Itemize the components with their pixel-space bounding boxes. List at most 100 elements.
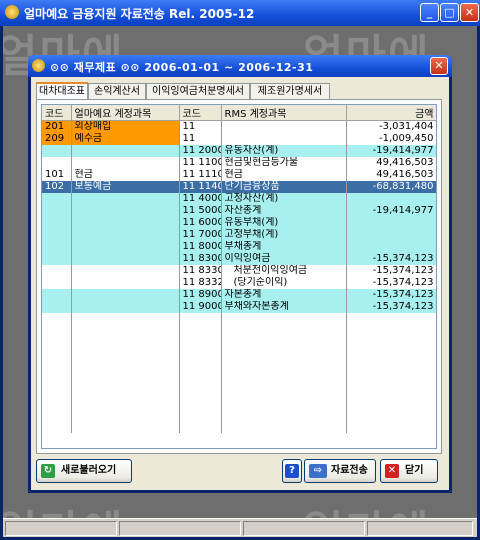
cell-rms-account[interactable]: 고정부채(계) bbox=[221, 229, 347, 241]
cell-rms-account[interactable]: 유동부채(계) bbox=[221, 217, 347, 229]
cell-rms-account[interactable]: 고정자산(계) bbox=[221, 193, 347, 205]
close-button[interactable]: ✕ 닫기 bbox=[380, 459, 438, 483]
cell-amount[interactable]: -3,031,404 bbox=[346, 120, 436, 133]
table-row[interactable]: 11 9000 부채와자본총계 -15,374,123 bbox=[42, 301, 436, 313]
cell-code[interactable]: 201 bbox=[42, 120, 72, 133]
cell-code[interactable] bbox=[42, 145, 72, 157]
cell-rms-code[interactable]: 11 8900 bbox=[179, 289, 222, 301]
cell-rms-code[interactable]: 11 8300 bbox=[179, 253, 222, 265]
tab-income-statement[interactable]: 손익계산서 bbox=[88, 83, 146, 99]
table-row[interactable]: 11 4000 고정자산(계) bbox=[42, 193, 436, 205]
col-header-account[interactable]: 얼마예요 계정과목 bbox=[71, 105, 180, 121]
cell-account[interactable] bbox=[71, 289, 180, 301]
table-row[interactable]: 201 외상매입 11 -3,031,404 bbox=[42, 120, 436, 133]
cell-account[interactable]: 예수금 bbox=[71, 133, 180, 145]
help-button[interactable]: ? bbox=[282, 459, 302, 483]
cell-amount[interactable]: -19,414,977 bbox=[346, 145, 436, 157]
cell-amount[interactable]: -19,414,977 bbox=[346, 205, 436, 217]
table-row[interactable]: 11 8330 처분전이익잉여금 -15,374,123 bbox=[42, 265, 436, 277]
cell-amount[interactable]: -15,374,123 bbox=[346, 289, 436, 301]
cell-code[interactable] bbox=[42, 253, 72, 265]
table-row[interactable]: 102 보통예금 11 1140 단기금융상품 -68,831,480 bbox=[42, 181, 436, 193]
minimize-button[interactable]: _ bbox=[420, 3, 439, 22]
table-row[interactable]: 209 예수금 11 -1,009,450 bbox=[42, 133, 436, 145]
cell-rms-account[interactable]: 유동자산(계) bbox=[221, 145, 347, 157]
cell-rms-code[interactable]: 11 8332 bbox=[179, 277, 222, 289]
cell-rms-code[interactable]: 11 2000 bbox=[179, 145, 222, 157]
cell-amount[interactable]: 49,416,503 bbox=[346, 157, 436, 169]
maximize-button[interactable]: □ bbox=[440, 3, 459, 22]
cell-account[interactable] bbox=[71, 217, 180, 229]
cell-account[interactable] bbox=[71, 241, 180, 253]
cell-rms-code[interactable]: 11 1110 bbox=[179, 169, 222, 181]
cell-code[interactable] bbox=[42, 265, 72, 277]
cell-code[interactable] bbox=[42, 205, 72, 217]
cell-rms-code[interactable]: 11 4000 bbox=[179, 193, 222, 205]
cell-rms-account[interactable]: (당기순이익) bbox=[221, 277, 347, 289]
cell-amount[interactable]: -15,374,123 bbox=[346, 301, 436, 313]
cell-amount[interactable] bbox=[346, 217, 436, 229]
table-row[interactable]: 11 6000 유동부채(계) bbox=[42, 217, 436, 229]
cell-code[interactable] bbox=[42, 193, 72, 205]
cell-amount[interactable]: -15,374,123 bbox=[346, 265, 436, 277]
cell-rms-code[interactable]: 11 bbox=[179, 133, 222, 145]
col-header-code[interactable]: 코드 bbox=[42, 105, 72, 121]
cell-amount[interactable]: -15,374,123 bbox=[346, 253, 436, 265]
dialog-close-button[interactable]: ✕ bbox=[430, 57, 448, 75]
cell-account[interactable]: 현금 bbox=[71, 169, 180, 181]
cell-amount[interactable]: -15,374,123 bbox=[346, 277, 436, 289]
table-row[interactable]: 11 1100 현금및현금등가물 49,416,503 bbox=[42, 157, 436, 169]
cell-rms-code[interactable]: 11 bbox=[179, 120, 222, 133]
cell-rms-account[interactable] bbox=[221, 120, 347, 133]
cell-rms-account[interactable]: 부채총계 bbox=[221, 241, 347, 253]
cell-code[interactable] bbox=[42, 289, 72, 301]
table-row[interactable]: 11 8900 자본총계 -15,374,123 bbox=[42, 289, 436, 301]
account-grid[interactable]: 코드 얼마예요 계정과목 코드 RMS 계정과목 금액 201 외상매입 11 -3,… bbox=[41, 104, 437, 449]
col-header-rms-account[interactable]: RMS 계정과목 bbox=[221, 105, 347, 121]
send-data-button[interactable]: ⇨ 자료전송 bbox=[304, 459, 376, 483]
cell-account[interactable] bbox=[71, 301, 180, 313]
cell-rms-code[interactable]: 11 5000 bbox=[179, 205, 222, 217]
cell-account[interactable]: 보통예금 bbox=[71, 181, 180, 193]
cell-rms-account[interactable]: 처분전이익잉여금 bbox=[221, 265, 347, 277]
tab-retained-earnings[interactable]: 이익잉여금처분명세서 bbox=[146, 83, 250, 99]
cell-rms-code[interactable]: 11 7000 bbox=[179, 229, 222, 241]
cell-account[interactable] bbox=[71, 253, 180, 265]
table-row[interactable]: 11 5000 자산총계 -19,414,977 bbox=[42, 205, 436, 217]
cell-rms-account[interactable]: 자본총계 bbox=[221, 289, 347, 301]
cell-rms-code[interactable]: 11 6000 bbox=[179, 217, 222, 229]
cell-rms-account[interactable]: 현금 bbox=[221, 169, 347, 181]
main-title-bar[interactable]: 얼마예요 금융지원 자료전송 Rel. 2005-12 _ □ ✕ bbox=[0, 0, 480, 26]
cell-code[interactable]: 209 bbox=[42, 133, 72, 145]
cell-rms-account[interactable]: 단기금융상품 bbox=[221, 181, 347, 193]
cell-account[interactable] bbox=[71, 265, 180, 277]
cell-code[interactable] bbox=[42, 277, 72, 289]
cell-rms-code[interactable]: 11 8000 bbox=[179, 241, 222, 253]
cell-amount[interactable]: 49,416,503 bbox=[346, 169, 436, 181]
cell-code[interactable]: 102 bbox=[42, 181, 72, 193]
cell-account[interactable] bbox=[71, 205, 180, 217]
cell-rms-code[interactable]: 11 9000 bbox=[179, 301, 222, 313]
table-row[interactable]: 11 7000 고정부채(계) bbox=[42, 229, 436, 241]
cell-code[interactable] bbox=[42, 229, 72, 241]
cell-amount[interactable] bbox=[346, 193, 436, 205]
cell-code[interactable] bbox=[42, 241, 72, 253]
close-window-button[interactable]: ✕ bbox=[460, 3, 479, 22]
table-row[interactable]: 11 8300 이익잉여금 -15,374,123 bbox=[42, 253, 436, 265]
cell-account[interactable] bbox=[71, 277, 180, 289]
cell-account[interactable] bbox=[71, 145, 180, 157]
cell-rms-account[interactable]: 현금및현금등가물 bbox=[221, 157, 347, 169]
cell-amount[interactable]: -1,009,450 bbox=[346, 133, 436, 145]
table-row[interactable]: 101 현금 11 1110 현금 49,416,503 bbox=[42, 169, 436, 181]
dialog-title-bar[interactable]: ⊙⊙ 재무제표 ⊙⊙ 2006-01-01 ~ 2006-12-31 ✕ bbox=[28, 55, 452, 77]
cell-account[interactable]: 외상매입 bbox=[71, 120, 180, 133]
cell-code[interactable] bbox=[42, 157, 72, 169]
refresh-button[interactable]: ↻ 새로불러오기 bbox=[36, 459, 132, 483]
cell-rms-code[interactable]: 11 1140 bbox=[179, 181, 222, 193]
cell-amount[interactable]: -68,831,480 bbox=[346, 181, 436, 193]
cell-code[interactable] bbox=[42, 301, 72, 313]
table-row[interactable]: 11 8000 부채총계 bbox=[42, 241, 436, 253]
cell-code[interactable] bbox=[42, 217, 72, 229]
cell-account[interactable] bbox=[71, 193, 180, 205]
cell-rms-account[interactable]: 이익잉여금 bbox=[221, 253, 347, 265]
